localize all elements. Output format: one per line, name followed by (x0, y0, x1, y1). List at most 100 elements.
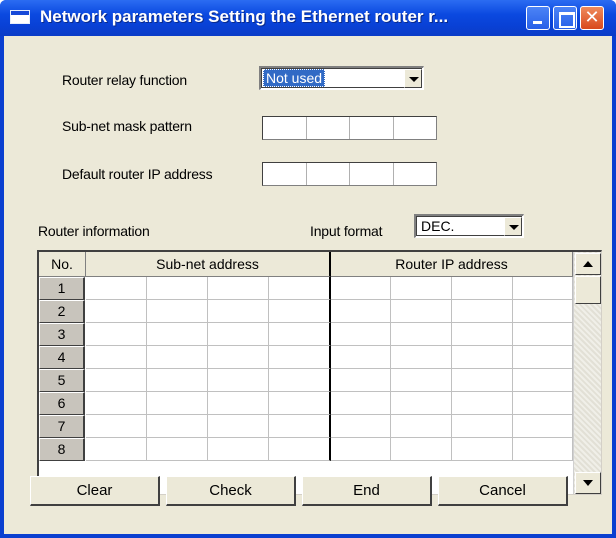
router-ip-cell[interactable] (513, 415, 573, 438)
router-ip-cell[interactable] (513, 346, 573, 369)
router-ip-cell[interactable] (391, 438, 452, 461)
subnet-cell[interactable] (208, 323, 269, 346)
subnet-cell[interactable] (269, 300, 331, 323)
column-header-no: No. (39, 252, 86, 277)
subnet-mask-octet-4[interactable] (394, 117, 437, 139)
subnet-cell[interactable] (269, 346, 331, 369)
router-ip-cell[interactable] (513, 369, 573, 392)
router-ip-cell[interactable] (452, 300, 513, 323)
router-ip-cell[interactable] (331, 369, 391, 392)
default-router-input[interactable] (262, 162, 437, 186)
subnet-cell[interactable] (147, 392, 208, 415)
router-ip-cell[interactable] (452, 277, 513, 300)
router-ip-cell[interactable] (513, 277, 573, 300)
subnet-cell[interactable] (208, 438, 269, 461)
subnet-cell[interactable] (147, 323, 208, 346)
subnet-cell[interactable] (86, 438, 147, 461)
default-router-octet-4[interactable] (394, 163, 437, 185)
subnet-mask-input[interactable] (262, 116, 437, 140)
input-format-dropdown-icon[interactable] (504, 217, 522, 236)
router-ip-cell[interactable] (391, 323, 452, 346)
subnet-mask-octet-2[interactable] (307, 117, 350, 139)
subnet-cell[interactable] (86, 300, 147, 323)
router-ip-cell[interactable] (331, 323, 391, 346)
subnet-cell[interactable] (269, 438, 331, 461)
subnet-cell[interactable] (208, 415, 269, 438)
default-router-octet-1[interactable] (263, 163, 307, 185)
default-router-octet-2[interactable] (307, 163, 350, 185)
input-format-select[interactable]: DEC. (414, 214, 524, 238)
minimize-button[interactable] (526, 6, 550, 30)
subnet-cell[interactable] (208, 346, 269, 369)
router-ip-cell[interactable] (331, 300, 391, 323)
subnet-mask-octet-3[interactable] (350, 117, 394, 139)
maximize-button[interactable] (553, 6, 577, 30)
scroll-thumb[interactable] (575, 276, 601, 304)
subnet-cell[interactable] (208, 277, 269, 300)
window-title: Network parameters Setting the Ethernet … (40, 7, 449, 26)
subnet-cell[interactable] (269, 277, 331, 300)
subnet-cell[interactable] (147, 277, 208, 300)
router-ip-cell[interactable] (391, 277, 452, 300)
router-ip-cell[interactable] (452, 323, 513, 346)
router-ip-cell[interactable] (513, 323, 573, 346)
scroll-down-icon[interactable] (575, 472, 601, 494)
row-number: 2 (39, 300, 85, 323)
router-ip-cell[interactable] (391, 300, 452, 323)
close-button[interactable]: ✕ (580, 6, 604, 30)
subnet-cell[interactable] (269, 415, 331, 438)
router-ip-cell[interactable] (331, 277, 391, 300)
router-ip-cell[interactable] (391, 369, 452, 392)
title-bar[interactable]: Network parameters Setting the Ethernet … (0, 0, 616, 36)
subnet-cell[interactable] (86, 369, 147, 392)
subnet-cell[interactable] (86, 277, 147, 300)
router-ip-cell[interactable] (391, 415, 452, 438)
cancel-button[interactable]: Cancel (438, 476, 568, 506)
router-ip-cell[interactable] (513, 438, 573, 461)
router-relay-dropdown-icon[interactable] (404, 69, 422, 88)
check-button[interactable]: Check (166, 476, 296, 506)
subnet-mask-label: Sub-net mask pattern (62, 118, 192, 134)
row-number: 1 (39, 277, 85, 300)
subnet-cell[interactable] (86, 346, 147, 369)
default-router-octet-3[interactable] (350, 163, 394, 185)
subnet-cell[interactable] (269, 323, 331, 346)
clear-button[interactable]: Clear (30, 476, 160, 506)
router-ip-cell[interactable] (331, 392, 391, 415)
subnet-cell[interactable] (147, 415, 208, 438)
dialog-window: Network parameters Setting the Ethernet … (0, 0, 616, 538)
router-relay-select[interactable]: Not used (259, 66, 424, 90)
router-ip-cell[interactable] (452, 438, 513, 461)
subnet-cell[interactable] (147, 438, 208, 461)
subnet-cell[interactable] (86, 392, 147, 415)
end-button[interactable]: End (302, 476, 432, 506)
subnet-mask-octet-1[interactable] (263, 117, 307, 139)
subnet-cell[interactable] (86, 415, 147, 438)
router-ip-cell[interactable] (452, 346, 513, 369)
subnet-cell[interactable] (208, 369, 269, 392)
row-number: 3 (39, 323, 85, 346)
router-ip-cell[interactable] (513, 300, 573, 323)
router-ip-cell[interactable] (391, 392, 452, 415)
subnet-cell[interactable] (86, 323, 147, 346)
row-number: 7 (39, 415, 85, 438)
column-header-router-ip: Router IP address (331, 252, 573, 277)
router-ip-cell[interactable] (452, 415, 513, 438)
subnet-cell[interactable] (147, 300, 208, 323)
subnet-cell[interactable] (147, 346, 208, 369)
router-ip-cell[interactable] (331, 438, 391, 461)
subnet-cell[interactable] (208, 300, 269, 323)
table-scrollbar[interactable] (573, 252, 601, 494)
router-ip-cell[interactable] (452, 369, 513, 392)
subnet-cell[interactable] (208, 392, 269, 415)
router-ip-cell[interactable] (391, 346, 452, 369)
router-ip-cell[interactable] (331, 415, 391, 438)
default-router-label: Default router IP address (62, 166, 213, 182)
router-ip-cell[interactable] (331, 346, 391, 369)
subnet-cell[interactable] (147, 369, 208, 392)
subnet-cell[interactable] (269, 392, 331, 415)
router-ip-cell[interactable] (452, 392, 513, 415)
subnet-cell[interactable] (269, 369, 331, 392)
router-ip-cell[interactable] (513, 392, 573, 415)
scroll-up-icon[interactable] (575, 253, 601, 275)
